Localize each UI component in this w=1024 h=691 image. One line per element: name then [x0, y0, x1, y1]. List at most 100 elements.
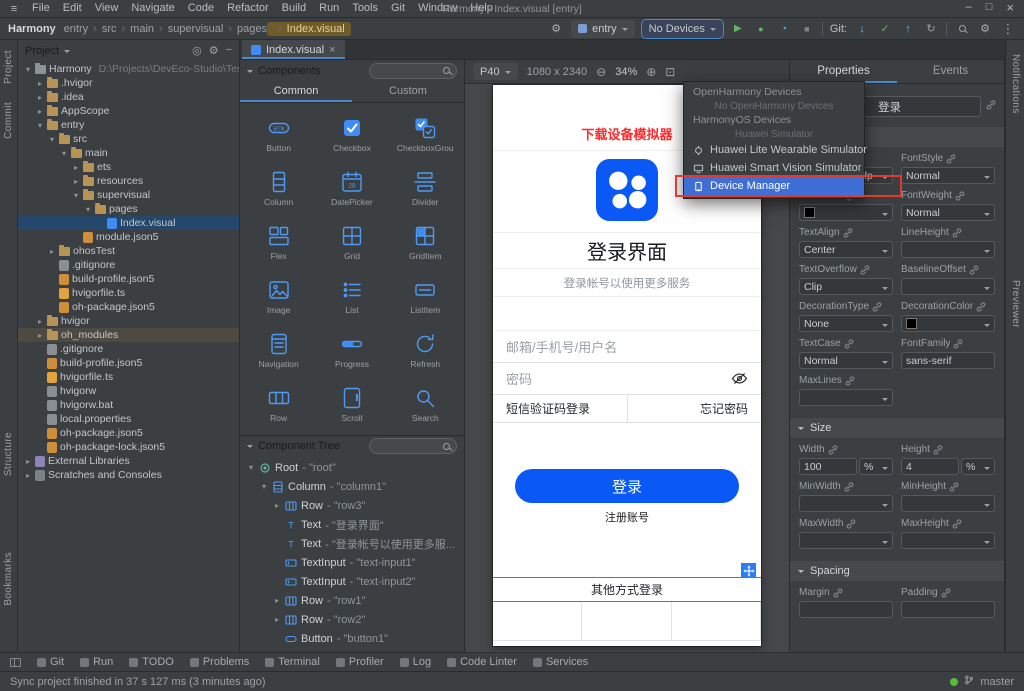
component-item-checkboxgrou[interactable]: CheckboxGrou [389, 107, 462, 161]
tab-events[interactable]: Events [897, 60, 1004, 83]
tab-properties[interactable]: Properties [790, 60, 897, 83]
project-tree-item-oh-package-json5[interactable]: oh-package.json5 [18, 426, 239, 440]
toolstrip-structure-button[interactable]: Structure [3, 432, 14, 476]
tab-common[interactable]: Common [240, 81, 352, 102]
project-tree-item-resources[interactable]: ▸resources [18, 174, 239, 188]
select-lineheight[interactable] [901, 241, 995, 258]
property-control-maxlines[interactable] [799, 389, 893, 406]
link-icon[interactable] [846, 519, 856, 529]
component-item-checkbox[interactable]: Checkbox [315, 107, 388, 161]
project-tree-item-oh-modules[interactable]: ▸oh_modules [18, 328, 239, 342]
project-tree-item-gitignore[interactable]: .gitignore [18, 258, 239, 272]
project-tree-item-gitignore[interactable]: .gitignore [18, 342, 239, 356]
property-control-maxheight[interactable] [901, 532, 995, 549]
maximize-button[interactable] [986, 0, 993, 18]
spacer-row[interactable] [493, 297, 761, 331]
breadcrumb-supervisual[interactable]: supervisual [154, 23, 223, 35]
component-item-griditem[interactable]: GridItem [389, 215, 462, 269]
login-subtitle-text[interactable]: 登录帐号以使用更多服务 [493, 269, 761, 297]
spacer-row[interactable] [493, 529, 761, 577]
component-item-list[interactable]: List [315, 269, 388, 323]
select-textalign[interactable]: Center [799, 241, 893, 258]
module-selector[interactable]: entry [571, 20, 634, 38]
toolwindow-problems-button[interactable]: Problems [190, 656, 249, 668]
stop-button[interactable] [799, 21, 815, 37]
device-menu-item-huawei-lite-wearable-simulator[interactable]: Huawei Lite Wearable Simulator [684, 141, 864, 159]
toolwindow-log-button[interactable]: Log [400, 656, 431, 668]
component-tree-node-row[interactable]: ▸Row- "row3" [240, 496, 464, 515]
menu-view[interactable]: View [89, 0, 125, 17]
password-visibility-icon[interactable] [731, 372, 748, 385]
section-header-spacing[interactable]: Spacing [790, 561, 1004, 581]
component-tree-node-textinput[interactable]: TextInput- "text-input2" [240, 572, 464, 591]
device-model-selector[interactable]: P40 [473, 63, 518, 80]
select-maxlines[interactable] [799, 389, 893, 406]
toolstrip-notifications-button[interactable]: Notifications [1010, 54, 1021, 114]
link-icon[interactable] [844, 339, 854, 349]
project-tree-item-appscope[interactable]: ▸AppScope [18, 104, 239, 118]
component-tree-search[interactable] [369, 438, 457, 454]
app-logo-icon[interactable] [596, 159, 658, 224]
git-commit-icon[interactable] [877, 21, 893, 37]
project-tree-item-hvigor[interactable]: ▸hvigor [18, 314, 239, 328]
component-tree-node-text[interactable]: TText- "登录界面" [240, 515, 464, 534]
menu-git[interactable]: Git [385, 0, 411, 17]
toolwindow-profiler-button[interactable]: Profiler [336, 656, 384, 668]
toolwindow-todo-button[interactable]: TODO [129, 656, 174, 668]
link-icon[interactable] [955, 191, 965, 201]
forgot-password-link[interactable]: 忘记密码 [628, 395, 762, 422]
link-icon[interactable] [949, 482, 959, 492]
close-button[interactable] [1006, 0, 1014, 18]
ide-settings-icon[interactable] [977, 21, 993, 37]
component-tree-node-textinput[interactable]: TextInput- "text-input1" [240, 553, 464, 572]
project-tree-item-ets[interactable]: ▸ets [18, 160, 239, 174]
component-tree-node-text[interactable]: TText- "登录帐号以使用更多服... [240, 534, 464, 553]
property-control-fontcolor[interactable] [799, 204, 893, 221]
input-fontfamily[interactable]: sans-serif [901, 352, 995, 369]
property-control-textoverflow[interactable]: Clip [799, 278, 893, 295]
selection-move-handle[interactable] [741, 563, 756, 578]
project-tree-item-pages[interactable]: ▾pages [18, 202, 239, 216]
grid-cell[interactable] [672, 602, 761, 640]
menu-build[interactable]: Build [276, 0, 312, 17]
property-control-decorationcolor[interactable] [901, 315, 995, 332]
property-control-height[interactable]: 4% [901, 458, 995, 475]
component-item-refresh[interactable]: Refresh [389, 323, 462, 377]
project-tree-item-scratches-and-consoles[interactable]: ▸Scratches and Consoles [18, 468, 239, 482]
password-input[interactable]: 密码 [493, 363, 761, 395]
project-tree-item-entry[interactable]: ▾entry [18, 118, 239, 132]
spacer-row[interactable] [493, 423, 761, 467]
register-link[interactable]: 注册账号 [493, 505, 761, 529]
login-title-text[interactable]: 登录界面 [493, 233, 761, 269]
window-layout-icon[interactable] [10, 658, 21, 667]
project-tree-item-build-profile-json5[interactable]: build-profile.json5 [18, 272, 239, 286]
component-item-row[interactable]: Row [242, 377, 315, 431]
property-control-textalign[interactable]: Center [799, 241, 893, 258]
breadcrumb-pages[interactable]: pages [223, 23, 267, 35]
color-picker-decorationcolor[interactable] [901, 315, 995, 332]
menu-refactor[interactable]: Refactor [221, 0, 275, 17]
project-tree-item-hvigorfile-ts[interactable]: hvigorfile.ts [18, 370, 239, 384]
component-tree-search-input[interactable] [376, 441, 443, 452]
link-icon[interactable] [969, 265, 979, 275]
menu-navigate[interactable]: Navigate [125, 0, 180, 17]
link-icon[interactable] [872, 302, 882, 312]
component-item-datepicker[interactable]: 28DatePicker [315, 161, 388, 215]
project-tree-item-hvigorfile-ts[interactable]: hvigorfile.ts [18, 286, 239, 300]
link-icon[interactable] [986, 100, 996, 113]
component-tree-node-button[interactable]: Button- "button1" [240, 629, 464, 648]
search-everywhere-icon[interactable] [954, 21, 970, 37]
profiler-button[interactable] [776, 21, 792, 37]
property-control-decorationtype[interactable]: None [799, 315, 893, 332]
component-tree-node-row[interactable]: ▸Row- "row2" [240, 610, 464, 629]
select-maxheight[interactable] [901, 532, 995, 549]
property-control-fontweight[interactable]: Normal [901, 204, 995, 221]
component-tree-node-root[interactable]: ▾Root- "root" [240, 458, 464, 477]
select-decorationtype[interactable]: None [799, 315, 893, 332]
toolwindow-git-button[interactable]: Git [37, 656, 64, 668]
link-icon[interactable] [843, 228, 853, 238]
toolstrip-previewer-button[interactable]: Previewer [1010, 280, 1021, 328]
property-control-width[interactable]: 100% [799, 458, 893, 475]
menu-run[interactable]: Run [313, 0, 345, 17]
property-control-maxwidth[interactable] [799, 532, 893, 549]
